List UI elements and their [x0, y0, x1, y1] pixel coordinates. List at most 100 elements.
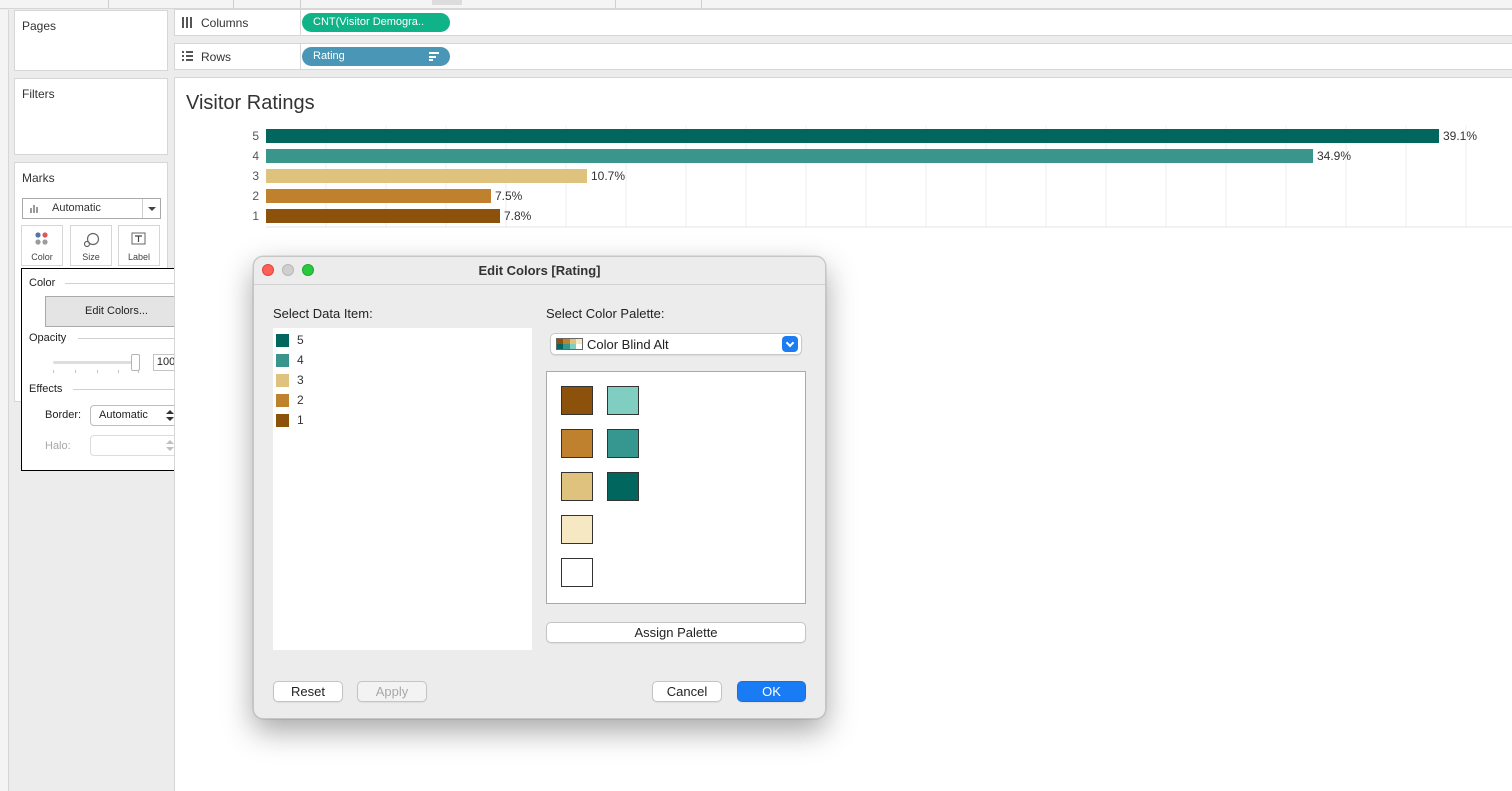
border-select-value: Automatic	[99, 409, 148, 421]
border-label: Border:	[45, 409, 82, 421]
mark-type-value: Automatic	[52, 202, 101, 214]
chevron-down-icon[interactable]	[142, 199, 160, 218]
slider-tick	[118, 370, 119, 373]
tableau-workspace: Pages Filters Marks Automatic Color Size…	[0, 0, 1512, 791]
color-mark-button[interactable]: Color	[21, 225, 63, 266]
category-tick-label: 5	[252, 129, 259, 143]
columns-icon	[182, 17, 192, 28]
palette-swatch[interactable]	[607, 386, 639, 415]
color-mark-label: Color	[31, 252, 53, 262]
category-tick-label: 3	[252, 169, 259, 183]
rows-shelf[interactable]: Rows Rating	[174, 43, 1512, 70]
columns-label: Columns	[201, 16, 249, 30]
strip-divider	[300, 0, 301, 8]
cancel-button[interactable]: Cancel	[652, 681, 722, 702]
side-strip	[0, 10, 9, 791]
shelf-divider	[300, 44, 301, 70]
opacity-heading: Opacity	[29, 332, 67, 344]
color-swatch	[276, 374, 289, 387]
palette-swatch-grid	[546, 371, 806, 604]
strip-divider	[108, 0, 109, 8]
palette-select-value: Color Blind Alt	[587, 337, 669, 352]
data-item-row[interactable]: 2	[276, 391, 526, 409]
data-item-row[interactable]: 4	[276, 351, 526, 369]
columns-shelf[interactable]: Columns CNT(Visitor Demogra..	[174, 9, 1512, 36]
active-tab-marker	[432, 0, 462, 5]
opacity-slider-thumb[interactable]	[131, 354, 140, 371]
pages-card[interactable]: Pages	[14, 10, 168, 71]
palette-swatch[interactable]	[561, 515, 593, 544]
bar-rating-5[interactable]	[266, 129, 1439, 143]
bar-value-label: 7.5%	[495, 189, 523, 203]
slider-tick	[53, 370, 54, 373]
rows-icon	[182, 51, 193, 61]
rows-field-pill[interactable]: Rating	[302, 47, 450, 66]
bar-rating-4[interactable]	[266, 149, 1313, 163]
color-swatch	[276, 414, 289, 427]
data-item-row[interactable]: 1	[276, 411, 526, 429]
filters-card[interactable]: Filters	[14, 78, 168, 155]
size-mark-label: Size	[82, 252, 100, 262]
assign-palette-button[interactable]: Assign Palette	[546, 622, 806, 643]
chevron-down-icon[interactable]	[782, 336, 798, 352]
data-item-label: 1	[297, 413, 304, 427]
label-mark-label: Label	[127, 252, 151, 262]
pages-title: Pages	[22, 19, 57, 33]
rows-pill-label: Rating	[313, 50, 345, 62]
strip-divider	[701, 0, 702, 8]
filters-title: Filters	[22, 87, 55, 101]
effects-heading: Effects	[29, 383, 63, 395]
color-swatch	[276, 394, 289, 407]
bar-rating-1[interactable]	[266, 209, 500, 223]
data-item-list[interactable]: 5 4 3 2 1	[273, 328, 532, 650]
size-mark-button[interactable]: Size	[70, 225, 112, 266]
color-dots-icon	[35, 232, 48, 245]
edit-colors-button[interactable]: Edit Colors...	[45, 296, 188, 327]
color-swatch	[276, 334, 289, 347]
palette-swatch[interactable]	[561, 472, 593, 501]
slider-tick	[97, 370, 98, 373]
data-item-label: 5	[297, 333, 304, 347]
halo-label: Halo:	[45, 440, 71, 452]
ok-button[interactable]: OK	[737, 681, 806, 702]
border-select[interactable]: Automatic	[90, 405, 180, 426]
select-data-item-label: Select Data Item:	[273, 306, 373, 321]
apply-button[interactable]: Apply	[357, 681, 427, 702]
reset-button[interactable]: Reset	[273, 681, 343, 702]
palette-select[interactable]: Color Blind Alt	[550, 333, 802, 355]
palette-icon-cell	[575, 344, 582, 349]
halo-select[interactable]	[90, 435, 180, 456]
palette-swatch[interactable]	[607, 429, 639, 458]
slider-tick	[75, 370, 76, 373]
palette-swatch[interactable]	[607, 472, 639, 501]
mark-type-dropdown[interactable]: Automatic	[22, 198, 161, 219]
bar-value-label: 7.8%	[504, 209, 532, 223]
color-heading: Color	[29, 277, 56, 289]
bar-chart-icon	[29, 203, 40, 214]
updown-arrows-icon	[166, 439, 174, 452]
size-icon	[83, 232, 100, 248]
label-mark-button[interactable]: Label	[118, 225, 160, 266]
sort-descending-icon	[429, 52, 439, 61]
palette-swatch[interactable]	[561, 386, 593, 415]
shelf-divider	[300, 10, 301, 36]
bar-rating-2[interactable]	[266, 189, 491, 203]
data-item-row[interactable]: 5	[276, 331, 526, 349]
columns-field-pill[interactable]: CNT(Visitor Demogra..	[302, 13, 450, 32]
strip-divider	[615, 0, 616, 8]
opacity-slider-track[interactable]	[53, 361, 139, 364]
data-item-row[interactable]: 3	[276, 371, 526, 389]
category-tick-label: 2	[252, 189, 259, 203]
bar-rating-3[interactable]	[266, 169, 587, 183]
palette-icon	[556, 338, 583, 350]
updown-arrows-icon	[166, 409, 174, 422]
data-item-label: 2	[297, 393, 304, 407]
dialog-titlebar[interactable]: Edit Colors [Rating]	[254, 257, 825, 285]
category-tick-label: 1	[252, 209, 259, 223]
sheet-tabs-strip	[0, 0, 1512, 9]
rows-label: Rows	[201, 50, 232, 64]
select-palette-label: Select Color Palette:	[546, 306, 665, 321]
palette-swatch[interactable]	[561, 558, 593, 587]
category-tick-label: 4	[252, 149, 259, 163]
palette-swatch[interactable]	[561, 429, 593, 458]
